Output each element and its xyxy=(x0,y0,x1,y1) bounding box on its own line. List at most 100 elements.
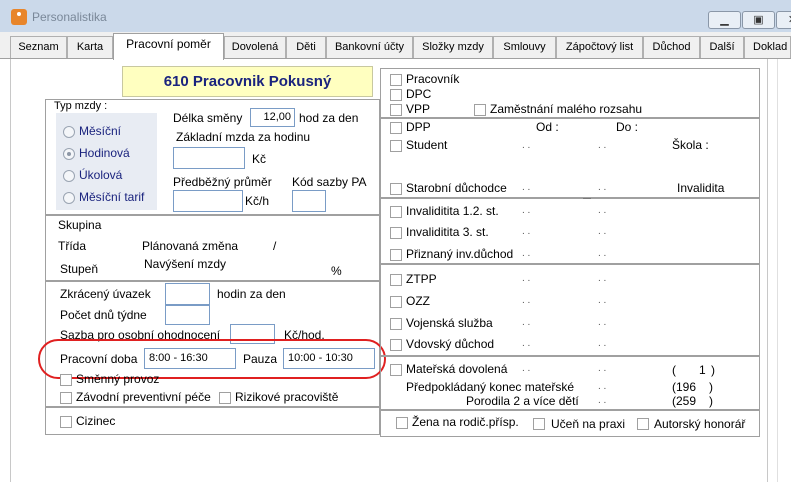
tab-doklad[interactable]: Doklad xyxy=(744,36,791,58)
window-title: Personalistika xyxy=(32,10,107,24)
priznany-checkbox[interactable] xyxy=(390,249,402,261)
radio-mesicni-label: Měsíční xyxy=(79,124,122,138)
minimize-button[interactable]: ▁ xyxy=(708,11,741,29)
vojenska-checkbox[interactable] xyxy=(390,318,402,330)
stupen-label: Stupeň xyxy=(60,262,99,276)
pracovnik-label: Pracovník xyxy=(406,72,460,86)
foreigner-checkbox[interactable] xyxy=(60,416,72,428)
autorsky-checkbox[interactable] xyxy=(637,418,649,430)
app-icon xyxy=(11,9,27,25)
student-to-date: . . xyxy=(598,140,607,151)
student-from-date: . . xyxy=(522,140,531,151)
tab-dovolena[interactable]: Dovolená xyxy=(224,36,286,58)
starobni-from-date: . . xyxy=(522,182,531,193)
tab-zapoctovy-list[interactable]: Zápočtový list xyxy=(556,36,643,58)
foreigner-label: Cizinec xyxy=(76,414,116,428)
inv12-checkbox[interactable] xyxy=(390,206,402,218)
tab-duchod[interactable]: Důchod xyxy=(643,36,700,58)
avg-label: Předběžný průměr xyxy=(173,175,272,189)
shift-length-input[interactable]: 12,00 xyxy=(250,108,295,127)
raise-label: Navýšení mzdy xyxy=(144,257,227,271)
rate-code-input[interactable] xyxy=(292,190,326,212)
ozz-label: OZZ xyxy=(406,294,430,308)
dpp-label: DPP xyxy=(406,120,431,134)
maximize-button[interactable]: ▣ xyxy=(742,11,775,29)
risky-workplace-checkbox[interactable] xyxy=(219,392,231,404)
vpp-checkbox[interactable] xyxy=(390,104,402,116)
tab-bankovni-ucty[interactable]: Bankovní účty xyxy=(326,36,413,58)
ozz-to-date: . . xyxy=(598,295,607,306)
radio-hodinova-label: Hodinová xyxy=(79,146,130,160)
rate-code-label: Kód sazby PA xyxy=(292,175,367,189)
radio-mesicni-tarif-label: Měsíční tarif xyxy=(79,190,145,204)
dpc-label: DPC xyxy=(406,87,432,101)
preventive-care-checkbox[interactable] xyxy=(60,392,72,404)
starobni-checkbox[interactable] xyxy=(390,183,402,195)
reduced-input[interactable] xyxy=(165,283,210,305)
zena-checkbox[interactable] xyxy=(396,417,408,429)
vojenska-from-date: . . xyxy=(522,317,531,328)
minimize-icon: ▁ xyxy=(720,14,729,26)
student-checkbox[interactable] xyxy=(390,140,402,152)
trida-label: Třída xyxy=(58,239,87,253)
close-button[interactable]: ✕ xyxy=(776,11,791,29)
radio-ukolova[interactable] xyxy=(63,170,75,182)
dpp-checkbox[interactable] xyxy=(390,122,402,134)
radio-mesicni[interactable] xyxy=(63,126,75,138)
ztpp-checkbox[interactable] xyxy=(390,274,402,286)
vdovsky-checkbox[interactable] xyxy=(390,339,402,351)
tab-smlouvy[interactable]: Smlouvy xyxy=(493,36,556,58)
pracovnik-checkbox[interactable] xyxy=(390,74,402,86)
maternity-end-label: Předpokládaný konec mateřské xyxy=(406,380,575,394)
dpc-checkbox[interactable] xyxy=(390,89,402,101)
do-label: Do : xyxy=(616,120,639,134)
maternity-end-date: . . xyxy=(598,381,607,392)
ucen-checkbox[interactable] xyxy=(533,418,545,430)
priznany-from-date: . . xyxy=(522,248,531,259)
twins-label: Porodila 2 a více dětí xyxy=(466,394,579,408)
pause-input[interactable]: 10:00 - 10:30 xyxy=(283,348,375,369)
tab-seznam[interactable]: Seznam xyxy=(10,36,67,58)
inv12-to-date: . . xyxy=(598,205,607,216)
tab-strip: Seznam Karta Pracovní poměr Dovolená Dět… xyxy=(0,32,791,60)
priznany-to-date: . . xyxy=(598,248,607,259)
maternity-to-date: . . xyxy=(598,363,607,374)
priznany-label: Přiznaný inv.důchod xyxy=(406,247,514,261)
working-time-input[interactable]: 8:00 - 16:30 xyxy=(144,348,236,369)
inv3-checkbox[interactable] xyxy=(390,227,402,239)
raise-percent: % xyxy=(331,264,342,278)
tab-pracovni-pomer[interactable]: Pracovní poměr xyxy=(113,33,224,60)
inv3-from-date: . . xyxy=(522,226,531,237)
ztpp-from-date: . . xyxy=(522,273,531,284)
ozz-checkbox[interactable] xyxy=(390,296,402,308)
twins-days: (259 xyxy=(672,394,697,408)
starobni-label: Starobní důchodce xyxy=(406,181,507,195)
avg-input[interactable] xyxy=(173,190,243,212)
radio-ukolova-label: Úkolová xyxy=(79,168,123,182)
twins-paren-close: ) xyxy=(709,394,713,408)
maternity-paren-open: ( xyxy=(672,363,676,377)
autorsky-label: Autorský honorář xyxy=(654,417,746,431)
shift-length-label: Délka směny xyxy=(173,111,243,125)
radio-mesicni-tarif[interactable] xyxy=(63,192,75,204)
tab-slozky-mzdy[interactable]: Složky mzdy xyxy=(413,36,493,58)
base-wage-unit: Kč xyxy=(252,152,267,166)
radio-hodinova[interactable] xyxy=(63,148,75,160)
frame-outer-line xyxy=(777,59,778,482)
maternity-label: Mateřská dovolená xyxy=(406,362,508,376)
shift-mode-checkbox[interactable] xyxy=(60,374,72,386)
tab-karta[interactable]: Karta xyxy=(67,36,113,58)
skola-label: Škola : xyxy=(672,138,709,152)
personal-rate-input[interactable] xyxy=(230,324,275,344)
maternity-end-days: (196 xyxy=(672,380,697,394)
wage-type-label: Typ mzdy : xyxy=(54,100,108,112)
days-input[interactable] xyxy=(165,305,210,325)
base-wage-input[interactable] xyxy=(173,147,245,169)
tab-deti[interactable]: Děti xyxy=(286,36,326,58)
frame-left-line xyxy=(10,59,11,482)
preventive-care-label: Závodní preventivní péče xyxy=(76,390,211,404)
inv3-label: Invaliditita 3. st. xyxy=(406,225,489,239)
tab-dalsi[interactable]: Další xyxy=(700,36,744,58)
small-scope-checkbox[interactable] xyxy=(474,104,486,116)
maternity-checkbox[interactable] xyxy=(390,364,402,376)
